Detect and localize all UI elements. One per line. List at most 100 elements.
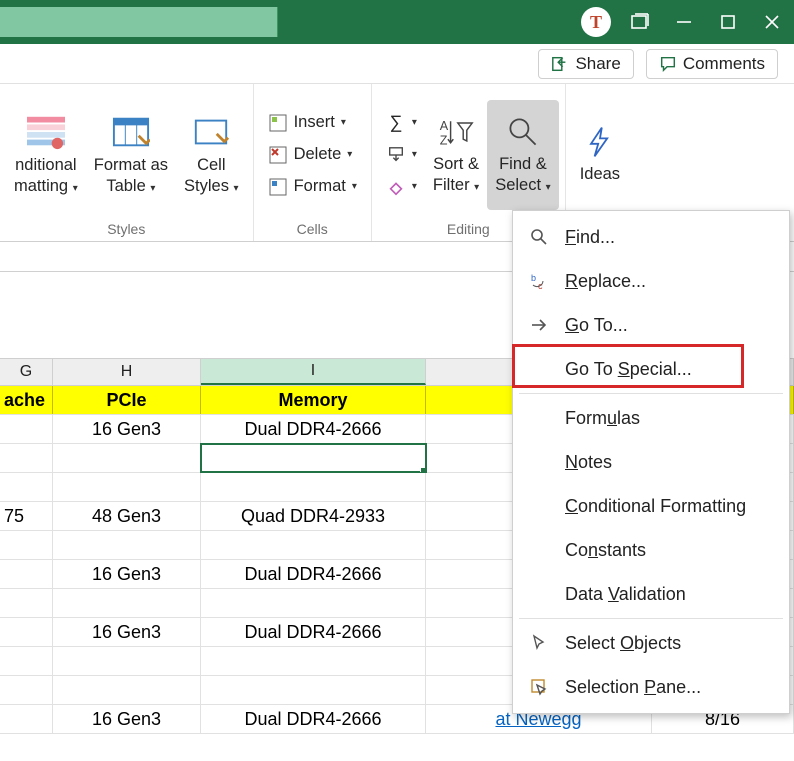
col-head-i[interactable]: I [201, 359, 426, 385]
menu-replace[interactable]: bc Replace... [513, 259, 789, 303]
cell[interactable] [53, 473, 201, 501]
cell[interactable]: 48 Gen3 [53, 502, 201, 530]
hdr-memory[interactable]: Memory [201, 386, 426, 414]
menu-select-objects[interactable]: Select Objects [513, 621, 789, 665]
menu-notes[interactable]: Notes [513, 440, 789, 484]
cell[interactable] [0, 618, 53, 646]
cell[interactable] [53, 647, 201, 675]
menu-formulas[interactable]: Formulas [513, 396, 789, 440]
cell[interactable] [201, 647, 426, 675]
conditional-formatting-icon [27, 113, 65, 151]
window-minimize-icon[interactable] [662, 0, 706, 44]
comments-label: Comments [683, 54, 765, 74]
hdr-pcie[interactable]: PCIe [53, 386, 201, 414]
cell[interactable] [53, 531, 201, 559]
menu-sp-label: Selection Pane... [565, 677, 701, 698]
cell[interactable]: 16 Gen3 [53, 415, 201, 443]
comments-button[interactable]: Comments [646, 49, 778, 79]
cell[interactable] [0, 589, 53, 617]
selection-pane-icon [527, 675, 551, 699]
menu-replace-label: Replace... [565, 271, 646, 292]
share-label: Share [575, 54, 620, 74]
delete-button[interactable]: Delete ▾ [266, 143, 359, 167]
cell[interactable] [201, 473, 426, 501]
tell-me-search[interactable] [0, 7, 278, 37]
cell[interactable] [53, 589, 201, 617]
cell[interactable]: 16 Gen3 [53, 560, 201, 588]
lightning-icon [582, 124, 618, 160]
cs-l2: Styles [184, 177, 229, 195]
menu-goto[interactable]: Go To... [513, 303, 789, 347]
menu-goto-special-label: Go To Special... [565, 359, 692, 380]
svg-text:b: b [531, 273, 536, 283]
menu-constants[interactable]: Constants [513, 528, 789, 572]
cell[interactable]: 75 [0, 502, 53, 530]
cell[interactable]: Dual DDR4-2666 [201, 705, 426, 733]
ribbon-group-styles: nditionalmatting ▾ Format asTable ▾ Cell… [0, 84, 254, 241]
search-icon [527, 225, 551, 249]
cell[interactable]: 16 Gen3 [53, 618, 201, 646]
cell[interactable] [0, 560, 53, 588]
share-button[interactable]: Share [538, 49, 633, 79]
cell[interactable] [0, 444, 53, 472]
cell-styles-icon [192, 113, 230, 151]
cell[interactable] [201, 589, 426, 617]
fill-button[interactable]: ▾ [384, 143, 419, 167]
cell[interactable]: Dual DDR4-2666 [201, 560, 426, 588]
sigma-icon: ∑ [386, 113, 406, 133]
cell[interactable] [201, 676, 426, 704]
insert-label: Insert [294, 113, 335, 132]
svg-text:A: A [440, 119, 449, 133]
user-badge[interactable]: T [574, 0, 618, 44]
display-options-icon[interactable] [618, 0, 662, 44]
cell[interactable]: Quad DDR4-2933 [201, 502, 426, 530]
styles-group-label: Styles [0, 221, 253, 241]
insert-button[interactable]: Insert ▾ [266, 111, 359, 135]
cell[interactable] [201, 531, 426, 559]
find-select-button[interactable]: Find &Select ▾ [487, 100, 558, 210]
cell[interactable] [0, 531, 53, 559]
format-as-table-button[interactable]: Format asTable ▾ [86, 100, 176, 210]
window-close-icon[interactable] [750, 0, 794, 44]
cell[interactable] [0, 473, 53, 501]
cell[interactable] [53, 444, 201, 472]
sort-filter-button[interactable]: AZ Sort &Filter ▾ [425, 100, 487, 210]
menu-separator [519, 393, 783, 394]
clear-button[interactable]: ▾ [384, 175, 419, 199]
menu-constants-label: Constants [565, 540, 646, 561]
autosum-button[interactable]: ∑▾ [384, 111, 419, 135]
cell[interactable] [0, 415, 53, 443]
cell[interactable]: Dual DDR4-2666 [201, 618, 426, 646]
ft-l2: Table [106, 177, 145, 195]
menu-selection-pane[interactable]: Selection Pane... [513, 665, 789, 709]
cell[interactable] [0, 647, 53, 675]
cell[interactable] [0, 705, 53, 733]
hdr-cache[interactable]: ache [0, 386, 53, 414]
conditional-formatting-button[interactable]: nditionalmatting ▾ [6, 100, 86, 210]
ideas-button[interactable]: Ideas [572, 100, 628, 210]
menu-find[interactable]: Find... [513, 215, 789, 259]
cell[interactable]: 16 Gen3 [53, 705, 201, 733]
cell[interactable] [53, 676, 201, 704]
menu-dv-label: Data Validation [565, 584, 686, 605]
cell[interactable] [0, 676, 53, 704]
ideas-label: Ideas [580, 165, 620, 183]
fs-l2: Select [495, 176, 541, 194]
cells-group-label: Cells [254, 221, 371, 241]
menu-conditional-formatting[interactable]: Conditional Formatting [513, 484, 789, 528]
cell[interactable]: Dual DDR4-2666 [201, 415, 426, 443]
title-bar: T [0, 0, 794, 44]
col-head-g[interactable]: G [0, 359, 53, 385]
sort-filter-icon: AZ [438, 114, 474, 150]
col-head-h[interactable]: H [53, 359, 201, 385]
window-restore-icon[interactable] [706, 0, 750, 44]
ft-l1: Format as [94, 156, 168, 174]
menu-goto-special[interactable]: Go To Special... [513, 347, 789, 391]
cursor-icon [527, 631, 551, 655]
menu-data-validation[interactable]: Data Validation [513, 572, 789, 616]
format-button[interactable]: Format ▾ [266, 175, 359, 199]
cell-styles-button[interactable]: CellStyles ▾ [176, 100, 247, 210]
cell[interactable] [201, 444, 426, 472]
cf-l2: matting [14, 177, 68, 195]
format-icon [268, 177, 288, 197]
